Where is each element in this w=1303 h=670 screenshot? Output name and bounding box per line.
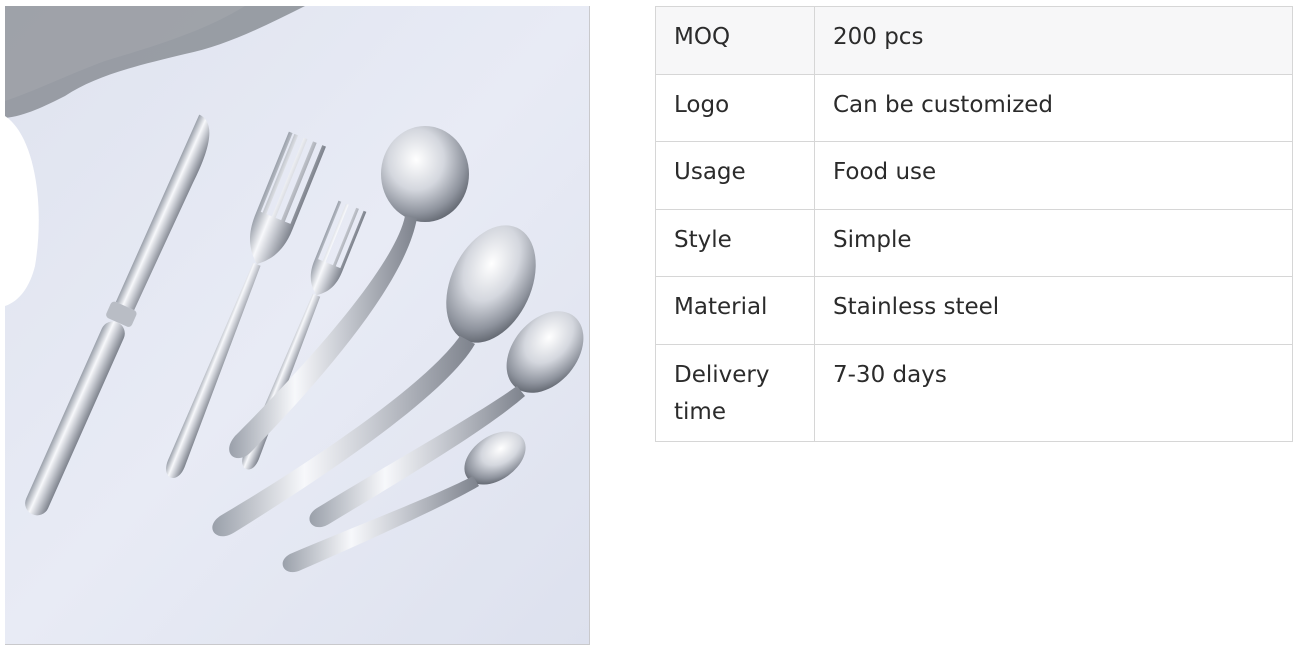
spec-key: Delivery time	[655, 343, 815, 442]
table-row: Material Stainless steel	[655, 276, 1293, 345]
table-row: Logo Can be customized	[655, 73, 1293, 142]
spec-key: Logo	[655, 73, 815, 142]
spec-key: MOQ	[655, 6, 815, 75]
spec-value: Can be customized	[814, 73, 1293, 142]
specs-table: MOQ 200 pcs Logo Can be customized Usage…	[655, 6, 1293, 442]
spec-key: Usage	[655, 141, 815, 210]
table-row: Style Simple	[655, 208, 1293, 277]
spec-value: Food use	[814, 141, 1293, 210]
spec-value: 200 pcs	[814, 6, 1293, 75]
table-row: MOQ 200 pcs	[655, 6, 1293, 75]
spec-value: Stainless steel	[814, 276, 1293, 345]
table-row: Delivery time 7-30 days	[655, 343, 1293, 442]
cutlery-set-photo	[5, 6, 589, 644]
spec-value: 7-30 days	[814, 343, 1293, 442]
spec-value: Simple	[814, 208, 1293, 277]
table-row: Usage Food use	[655, 141, 1293, 210]
product-photo	[5, 6, 590, 645]
spec-key: Style	[655, 208, 815, 277]
spec-key: Material	[655, 276, 815, 345]
